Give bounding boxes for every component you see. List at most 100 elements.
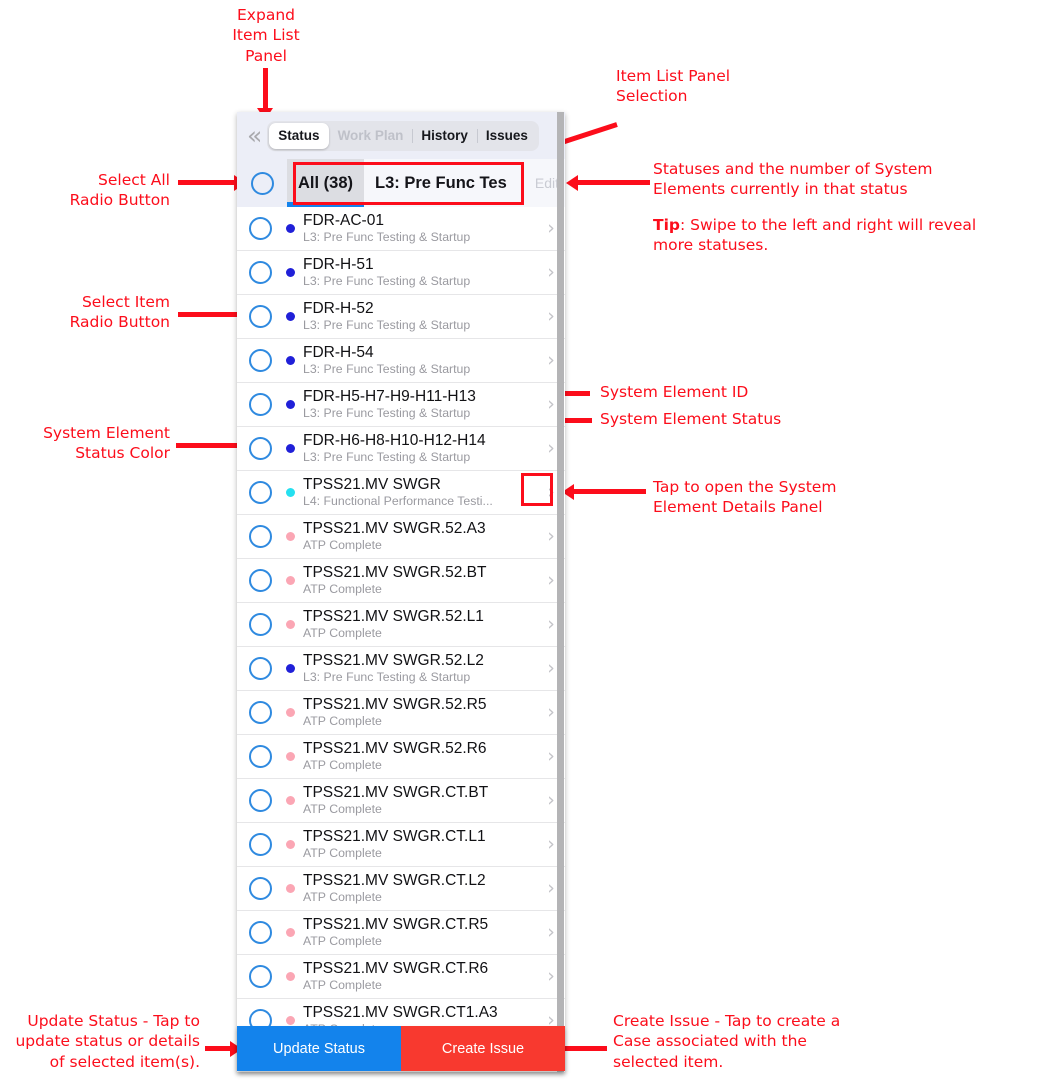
row-radio-wrap [237, 525, 283, 548]
select-item-radio-button[interactable] [248, 481, 272, 504]
system-element-status: ATP Complete [303, 758, 382, 773]
select-item-radio-button[interactable] [248, 701, 272, 724]
status-filter-all[interactable]: All (38) [287, 159, 365, 207]
select-item-radio-button[interactable] [248, 657, 272, 680]
tab-issues[interactable]: Issues [476, 123, 537, 149]
row-radio-wrap [237, 701, 283, 724]
select-item-radio-button[interactable] [248, 349, 272, 372]
system-element-id: FDR-H5-H7-H9-H11-H13 [303, 387, 476, 405]
table-row[interactable]: TPSS21.MV SWGR.CT.R5 ATP Complete › [237, 911, 565, 955]
row-radio-wrap [237, 437, 283, 460]
row-text: TPSS21.MV SWGR.CT.BT ATP Complete [297, 783, 537, 818]
system-element-id: TPSS21.MV SWGR.52.R6 [303, 739, 487, 757]
select-all-radio-button[interactable] [250, 171, 274, 195]
system-element-list[interactable]: FDR-AC-01 L3: Pre Func Testing & Startup ›… [237, 207, 565, 1072]
table-row[interactable]: TPSS21.MV SWGR.CT.R6 ATP Complete › [237, 955, 565, 999]
row-text: TPSS21.MV SWGR.CT.L2 ATP Complete [297, 871, 537, 906]
chevron-double-left-icon[interactable]: « [243, 123, 267, 148]
row-text: TPSS21.MV SWGR.CT.R6 ATP Complete [297, 959, 537, 994]
status-color-wrap [283, 312, 297, 321]
arrowhead-statuses-count [566, 175, 578, 191]
row-radio-wrap [237, 261, 283, 284]
row-radio-wrap [237, 877, 283, 900]
row-radio-wrap [237, 657, 283, 680]
system-element-status: L4: Functional Performance Testi... [303, 494, 493, 509]
system-element-status: ATP Complete [303, 890, 382, 905]
status-color-wrap [283, 1016, 297, 1025]
table-row[interactable]: TPSS21.MV SWGR.52.R5 ATP Complete › [237, 691, 565, 735]
table-row[interactable]: TPSS21.MV SWGR.CT.L2 ATP Complete › [237, 867, 565, 911]
select-item-radio-button[interactable] [248, 217, 272, 240]
row-radio-wrap [237, 921, 283, 944]
select-item-radio-button[interactable] [248, 525, 272, 548]
table-row[interactable]: FDR-H-51 L3: Pre Func Testing & Startup › [237, 251, 565, 295]
select-item-radio-button[interactable] [248, 261, 272, 284]
annotation-element-status: System Element Status [600, 410, 782, 428]
tab-history-label: History [421, 128, 468, 143]
table-row[interactable]: FDR-H6-H8-H10-H12-H14 L3: Pre Func Testin… [237, 427, 565, 471]
status-color-dot [285, 752, 295, 761]
status-filter-l3[interactable]: L3: Pre Func Tes [364, 159, 518, 207]
system-element-status: L3: Pre Func Testing & Startup [303, 406, 471, 421]
table-row[interactable]: FDR-H5-H7-H9-H11-H13 L3: Pre Func Testing… [237, 383, 565, 427]
select-item-radio-button[interactable] [248, 789, 272, 812]
table-row[interactable]: TPSS21.MV SWGR.CT.BT ATP Complete › [237, 779, 565, 823]
panel-tab-group: Status Work Plan History Issues [267, 120, 539, 151]
system-element-id: FDR-H-52 [303, 299, 374, 317]
status-filter-row: All (38) L3: Pre Func Tes Edit [237, 159, 565, 207]
annotation-select-all: Select All Radio Button [69, 171, 170, 210]
system-element-status: L3: Pre Func Testing & Startup [303, 670, 471, 685]
row-radio-wrap [237, 481, 283, 504]
system-element-id: FDR-H6-H8-H10-H12-H14 [303, 431, 486, 449]
select-item-radio-button[interactable] [248, 921, 272, 944]
select-item-radio-button[interactable] [248, 305, 272, 328]
table-row[interactable]: TPSS21.MV SWGR.52.L2 L3: Pre Func Testing… [237, 647, 565, 691]
tab-status[interactable]: Status [269, 122, 329, 149]
table-row[interactable]: FDR-AC-01 L3: Pre Func Testing & Startup › [237, 207, 565, 251]
status-color-dot [285, 312, 295, 321]
table-row[interactable]: TPSS21.MV SWGR L4: Functional Performance… [237, 471, 565, 515]
select-item-radio-button[interactable] [248, 877, 272, 900]
tab-work-plan: Work Plan [329, 123, 413, 149]
table-row[interactable]: FDR-H-54 L3: Pre Func Testing & Startup › [237, 339, 565, 383]
table-row[interactable]: TPSS21.MV SWGR.52.R6 ATP Complete › [237, 735, 565, 779]
status-color-dot [285, 532, 295, 541]
system-element-id: TPSS21.MV SWGR.52.R5 [303, 695, 487, 713]
row-radio-wrap [237, 965, 283, 988]
select-item-radio-button[interactable] [248, 437, 272, 460]
annotation-update-status: Update Status - Tap to update status or … [15, 1012, 200, 1071]
row-text: TPSS21.MV SWGR.52.L1 ATP Complete [297, 607, 537, 642]
update-status-button[interactable]: Update Status [237, 1026, 401, 1071]
edit-link[interactable]: Edit [535, 175, 559, 191]
status-filter-tabs[interactable]: All (38) L3: Pre Func Tes [287, 159, 565, 207]
row-text: TPSS21.MV SWGR.CT.L1 ATP Complete [297, 827, 537, 862]
select-item-radio-button[interactable] [248, 833, 272, 856]
select-item-radio-button[interactable] [248, 965, 272, 988]
table-row[interactable]: TPSS21.MV SWGR.52.A3 ATP Complete › [237, 515, 565, 559]
annotation-tip-rest: : Swipe to the left and right will revea… [653, 216, 977, 255]
system-element-status: ATP Complete [303, 714, 382, 729]
tab-history[interactable]: History [412, 123, 477, 149]
arrow-tap-details [574, 489, 646, 494]
table-row[interactable]: TPSS21.MV SWGR.CT.L1 ATP Complete › [237, 823, 565, 867]
table-row[interactable]: TPSS21.MV SWGR.52.L1 ATP Complete › [237, 603, 565, 647]
table-row[interactable]: TPSS21.MV SWGR.52.BT ATP Complete › [237, 559, 565, 603]
select-item-radio-button[interactable] [248, 393, 272, 416]
row-radio-wrap [237, 349, 283, 372]
system-element-id: TPSS21.MV SWGR.CT.BT [303, 783, 489, 801]
system-element-status: ATP Complete [303, 538, 382, 553]
list-scrollbar[interactable] [557, 112, 564, 1072]
row-text: TPSS21.MV SWGR.52.BT ATP Complete [297, 563, 537, 598]
action-bar: Update Status Create Issue [237, 1026, 565, 1071]
annotation-statuses-count: Statuses and the number of System Elemen… [653, 160, 933, 199]
select-item-radio-button[interactable] [248, 745, 272, 768]
create-issue-button[interactable]: Create Issue [401, 1026, 565, 1071]
select-item-radio-button[interactable] [248, 569, 272, 592]
row-text: TPSS21.MV SWGR.52.A3 ATP Complete [297, 519, 537, 554]
status-color-dot [285, 972, 295, 981]
select-item-radio-button[interactable] [248, 613, 272, 636]
system-element-status: ATP Complete [303, 978, 382, 993]
table-row[interactable]: FDR-H-52 L3: Pre Func Testing & Startup › [237, 295, 565, 339]
status-color-dot [285, 356, 295, 365]
system-element-id: FDR-H-51 [303, 255, 374, 273]
